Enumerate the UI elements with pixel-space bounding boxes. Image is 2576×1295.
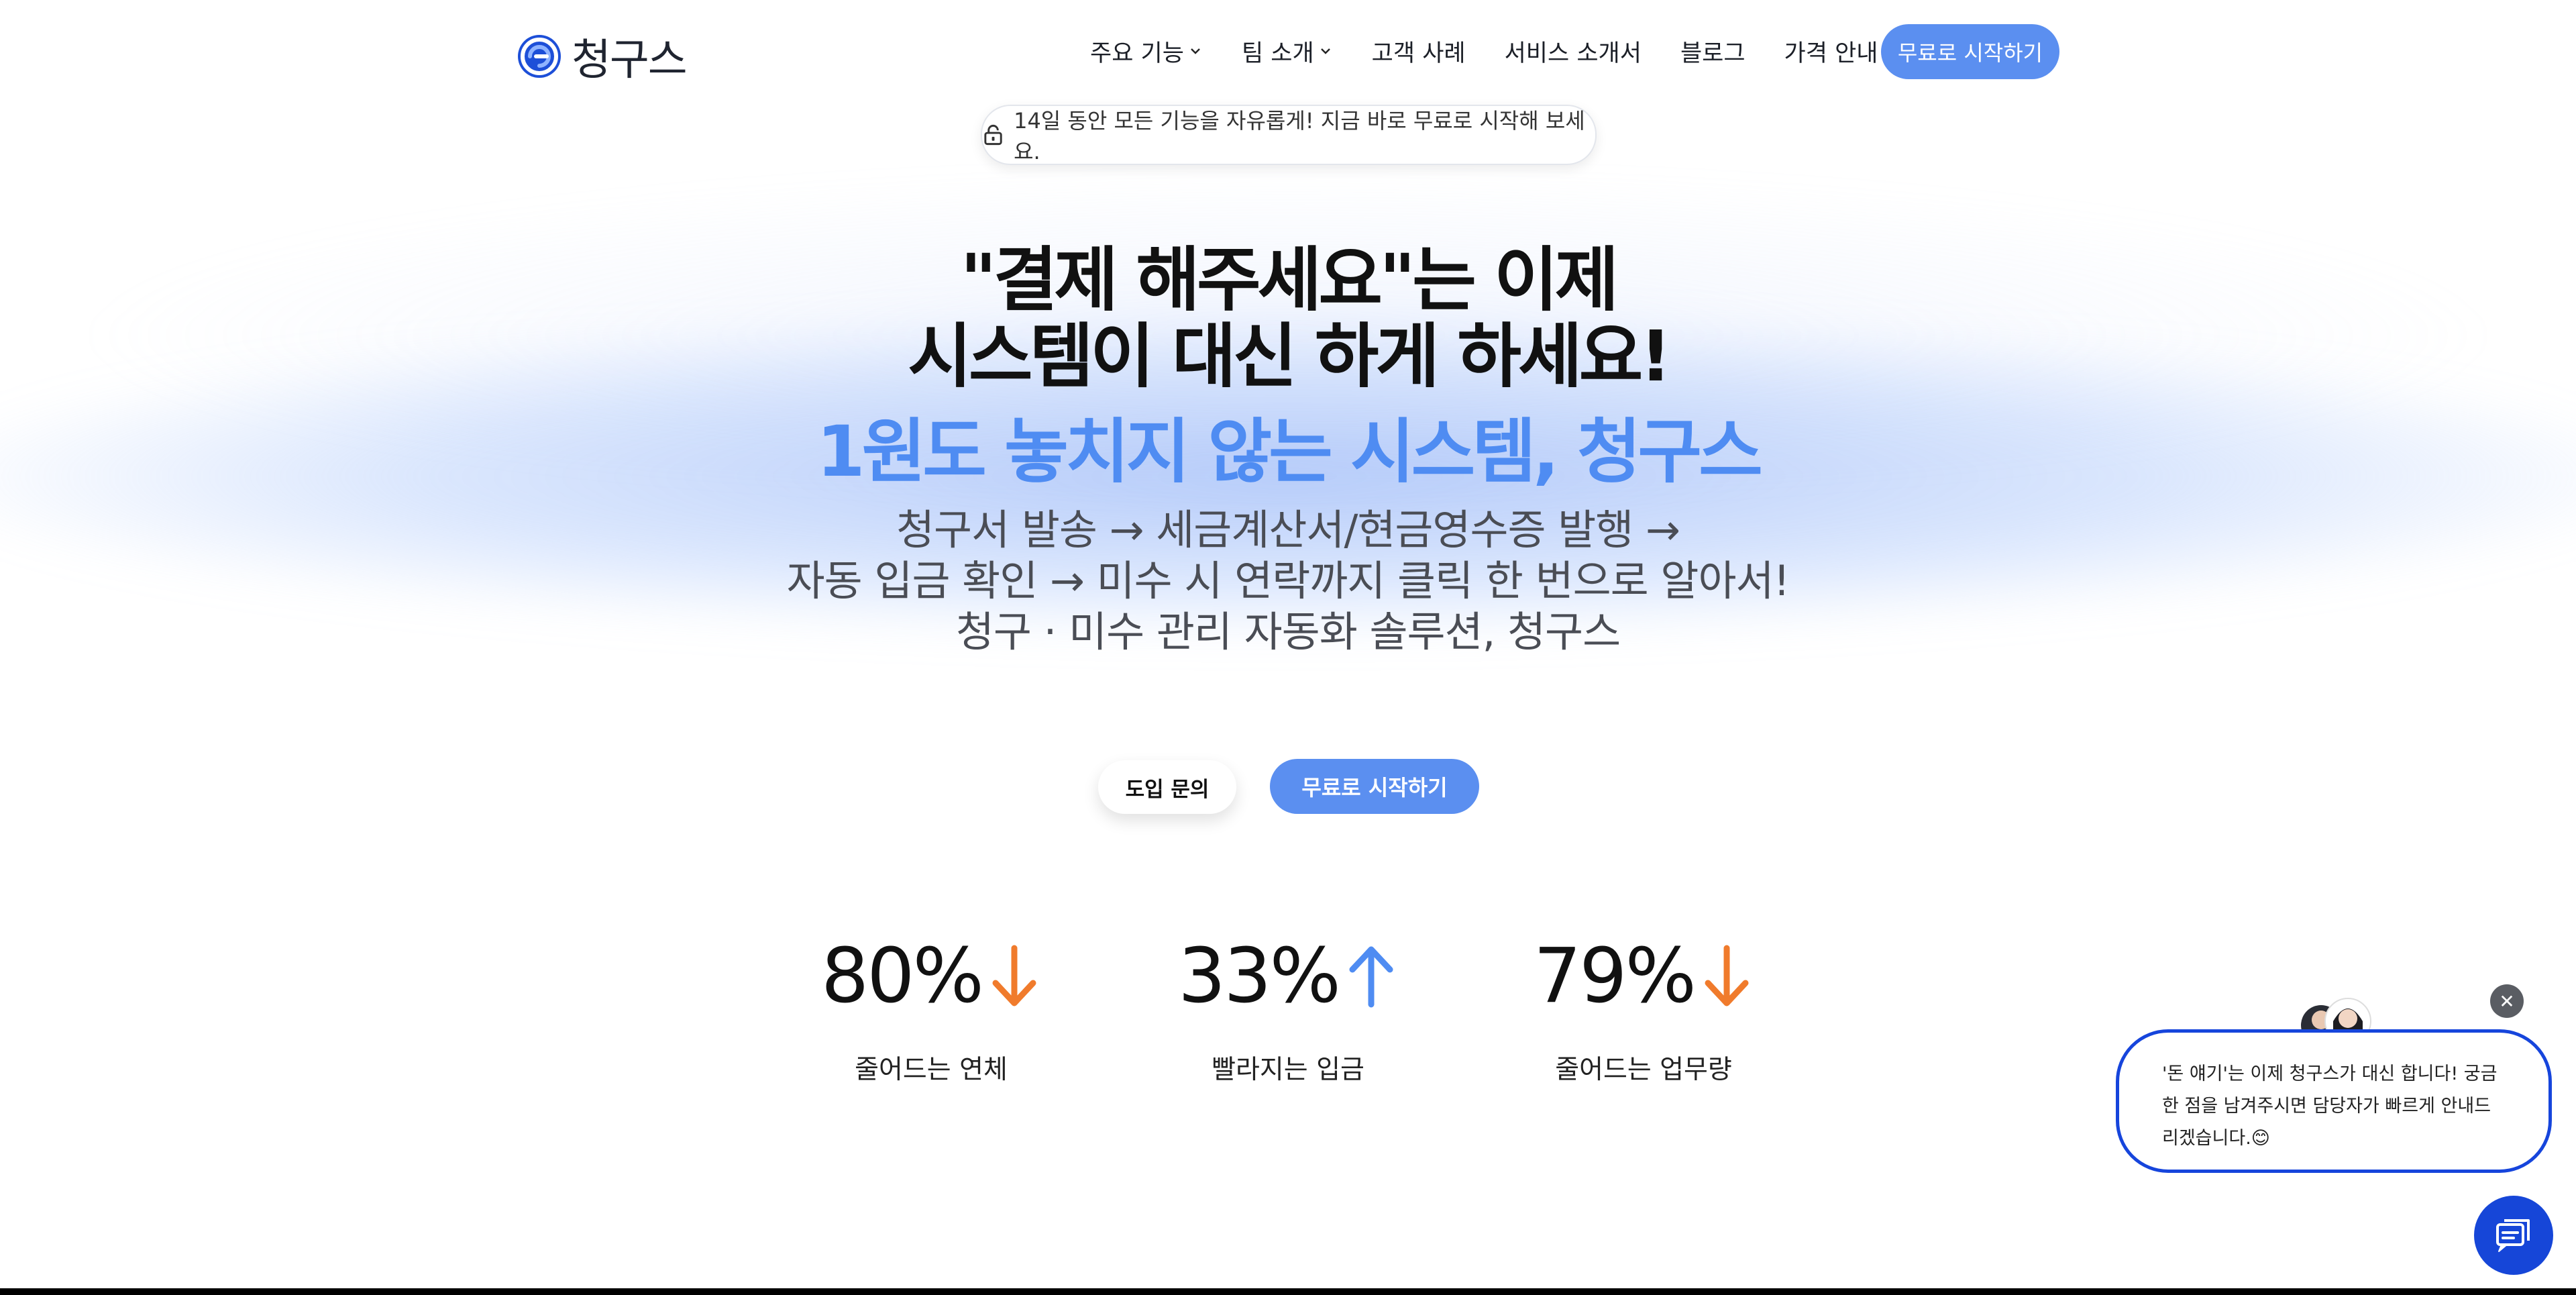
nav-item-brochure[interactable]: 서비스 소개서: [1505, 34, 1642, 68]
nav-item-label: 고객 사례: [1371, 40, 1466, 67]
hero-title-line1: "결제 해주세요"는 이제: [960, 239, 1619, 321]
stat-label: 빨라지는 입금: [1212, 1055, 1364, 1085]
stat-label: 줄어드는 연체: [855, 1055, 1008, 1085]
stat-overdue: 80% 줄어드는 연체: [790, 929, 1072, 1086]
free-trial-notice[interactable]: 14일 동안 모든 기능을 자유롭게! 지금 바로 무료로 시작해 보세요.: [981, 105, 1597, 165]
hero-accent-line: 1원도 놓치지 않는 시스템, 청구스: [816, 411, 1763, 493]
arrow-down-icon: [992, 945, 1036, 1006]
stat-workload: 79% 줄어드는 업무량: [1503, 929, 1784, 1086]
stat-value: 79%: [1534, 933, 1697, 1020]
unlock-icon: [984, 124, 1002, 146]
nav-item-label: 주요 기능: [1090, 40, 1184, 67]
start-free-button[interactable]: 무료로 시작하기: [1270, 759, 1479, 814]
inquiry-button[interactable]: 도입 문의: [1098, 760, 1236, 814]
nav-item-label: 서비스 소개서: [1504, 40, 1642, 67]
stat-label: 줄어드는 업무량: [1555, 1055, 1732, 1085]
nav-item-cases[interactable]: 고객 사례: [1372, 34, 1466, 68]
chat-icon: [2496, 1219, 2530, 1252]
nav-item-features[interactable]: 주요 기능: [1090, 34, 1203, 68]
hero-sub-line2: 자동 입금 확인 → 미수 시 연락까지 클릭 한 번으로 알아서!: [786, 556, 1790, 605]
nav-item-team[interactable]: 팀 소개: [1242, 34, 1333, 68]
window-bottom-edge: [0, 1288, 2576, 1295]
chat-message-text: '돈 얘기'는 이제 청구스가 대신 합니다! 궁금한 점을 남겨주시면 담당자…: [2162, 1064, 2498, 1149]
chat-close-button[interactable]: ✕: [2490, 984, 2524, 1018]
chevron-down-icon: [1320, 48, 1330, 54]
stat-payment-speed: 33% 빨라지는 입금: [1147, 929, 1429, 1086]
stat-value: 80%: [821, 933, 984, 1020]
hero-title: "결제 해주세요"는 이제 시스템이 대신 하게 하세요!: [0, 242, 2576, 395]
chat-message-bubble[interactable]: '돈 얘기'는 이제 청구스가 대신 합니다! 궁금한 점을 남겨주시면 담당자…: [2116, 1029, 2552, 1173]
hero-sub-line1: 청구서 발송 → 세금계산서/현금영수증 발행 →: [896, 505, 1680, 554]
brand-logo[interactable]: 청구스: [515, 25, 688, 87]
arrow-up-icon: [1349, 946, 1393, 1008]
logo-text: 청구스: [572, 36, 688, 85]
close-icon: ✕: [2499, 990, 2515, 1013]
chat-open-button[interactable]: [2474, 1196, 2553, 1275]
notice-text: 14일 동안 모든 기능을 자유롭게! 지금 바로 무료로 시작해 보세요.: [1014, 108, 1585, 164]
nav-item-blog[interactable]: 블로그: [1680, 34, 1746, 68]
logo-icon: [518, 35, 561, 78]
nav-item-label: 팀 소개: [1241, 40, 1314, 67]
hero-subtitle: 청구서 발송 → 세금계산서/현금영수증 발행 → 자동 입금 확인 → 미수 …: [0, 505, 2576, 658]
chevron-down-icon: [1191, 48, 1200, 54]
main-nav: 주요 기능 팀 소개 고객 사례 서비스 소개서 블로그 가격 안내: [1090, 27, 1917, 75]
header-start-free-button[interactable]: 무료로 시작하기: [1881, 24, 2059, 79]
arrow-down-icon: [1705, 945, 1749, 1006]
hero-title-line2: 시스템이 대신 하게 하세요!: [908, 315, 1672, 397]
nav-item-label: 가격 안내: [1784, 40, 1878, 67]
hero-sub-line3: 청구 · 미수 관리 자동화 솔루션, 청구스: [955, 607, 1621, 656]
nav-item-pricing[interactable]: 가격 안내: [1784, 34, 1878, 68]
stat-value: 33%: [1178, 933, 1341, 1020]
nav-item-label: 블로그: [1680, 40, 1746, 67]
